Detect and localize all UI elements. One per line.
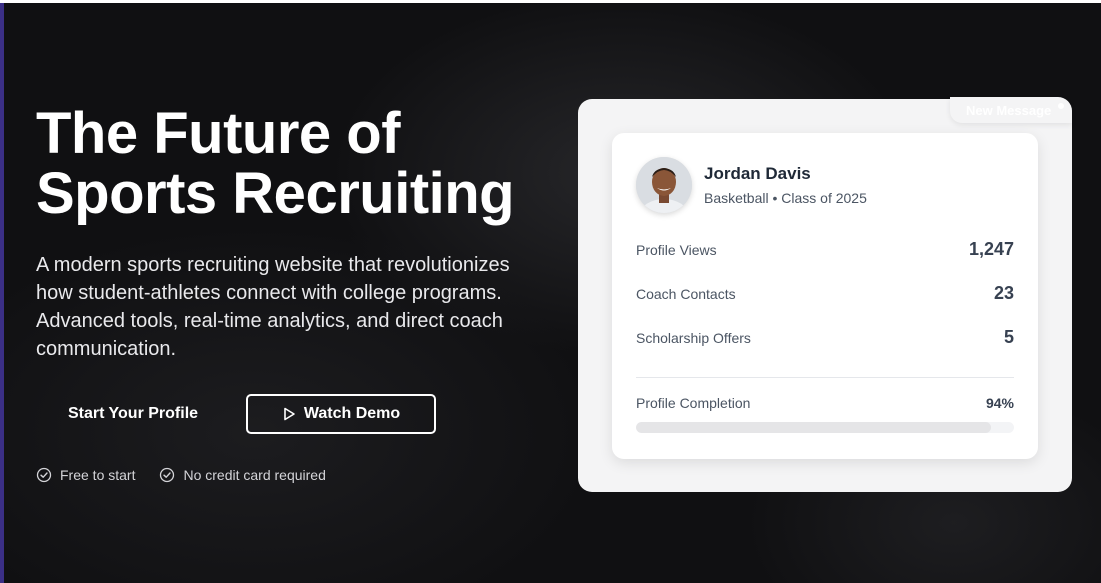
avatar — [636, 157, 692, 213]
watch-demo-button[interactable]: Watch Demo — [246, 394, 436, 434]
athlete-photo — [636, 157, 692, 213]
profile-completion-row: Profile Completion 94% — [636, 395, 1014, 411]
divider — [636, 377, 1014, 378]
hero-title: The Future of Sports Recruiting — [36, 104, 556, 224]
stat-value: 5 — [1003, 327, 1014, 347]
stat-value: 23 — [993, 283, 1014, 303]
perk-label: No credit card required — [183, 467, 326, 483]
stat-label: Coach Contacts — [636, 285, 736, 302]
perk-no-credit-card: No credit card required — [159, 467, 326, 483]
perk-free-to-start: Free to start — [36, 467, 135, 483]
athlete-profile-card: Jordan Davis Basketball • Class of 2025 … — [612, 133, 1038, 459]
athlete-meta: Basketball • Class of 2025 — [704, 190, 867, 206]
watch-demo-label: Watch Demo — [303, 405, 401, 422]
stat-label: Scholarship Offers — [636, 329, 751, 346]
play-icon — [284, 407, 295, 421]
stat-coach-contacts: Coach Contacts 23 — [636, 283, 1014, 304]
stat-profile-views: Profile Views 1,247 — [636, 239, 1014, 260]
hero-title-line-1: The Future of — [36, 101, 401, 166]
stat-scholarship-offers: Scholarship Offers 5 — [636, 327, 1014, 348]
start-profile-button[interactable]: Start Your Profile — [36, 394, 230, 434]
stat-label: Profile Views — [636, 241, 717, 258]
hero-title-line-2: Sports Recruiting — [36, 161, 515, 226]
start-profile-label: Start Your Profile — [67, 405, 199, 422]
athlete-name: Jordan Davis — [704, 164, 811, 183]
completion-value: 94% — [985, 395, 1014, 411]
check-circle-icon — [36, 467, 52, 483]
completion-label: Profile Completion — [636, 395, 751, 411]
stat-value: 1,247 — [968, 239, 1014, 259]
completion-progress-bar — [636, 422, 1014, 433]
new-message-badge[interactable]: New Message — [950, 97, 1072, 123]
hero-subtitle: A modern sports recruiting website that … — [36, 254, 510, 360]
perks-list: Free to start No credit card required — [36, 467, 326, 483]
perk-label: Free to start — [60, 467, 136, 483]
completion-progress-fill — [636, 422, 992, 433]
check-circle-icon — [160, 467, 175, 483]
